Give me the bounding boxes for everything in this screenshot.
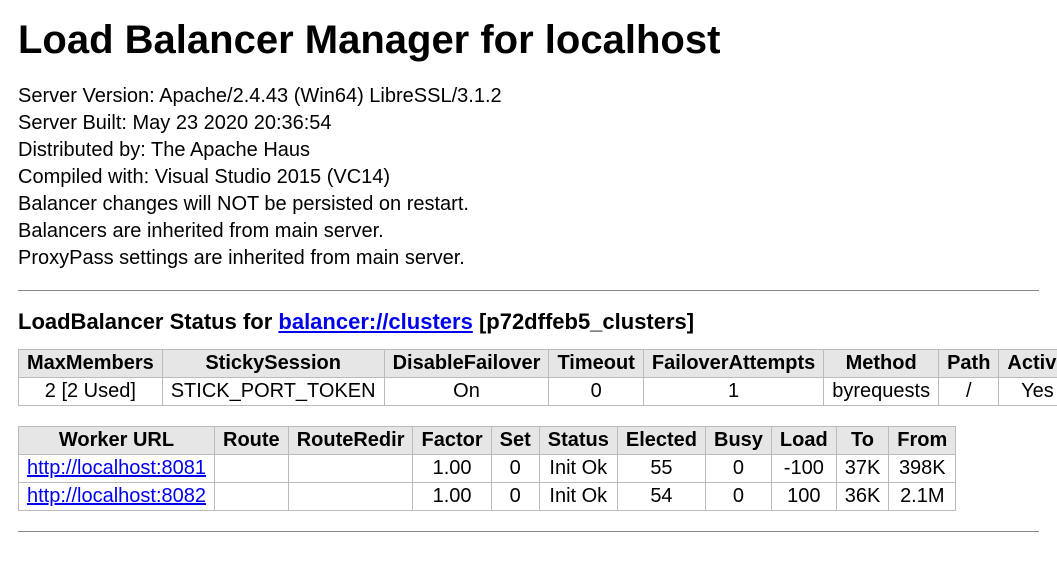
cell-timeout: 0	[549, 378, 643, 406]
compiled-with-row: Compiled with: Visual Studio 2015 (VC14)	[18, 164, 1039, 191]
inherit-note: Balancers are inherited from main server…	[18, 218, 1039, 245]
col-failover-attempts: FailoverAttempts	[643, 350, 823, 378]
distributed-by-value: The Apache Haus	[151, 139, 310, 161]
table-header-row: MaxMembers StickySession DisableFailover…	[19, 350, 1057, 378]
divider	[18, 531, 1039, 532]
balancer-status-heading: LoadBalancer Status for balancer://clust…	[18, 309, 1039, 335]
cell-route-redir	[288, 483, 413, 511]
balancer-status-prefix: LoadBalancer Status for	[18, 309, 278, 334]
cell-sticky-session: STICK_PORT_TOKEN	[162, 378, 384, 406]
cell-route	[215, 455, 289, 483]
persist-note: Balancer changes will NOT be persisted o…	[18, 191, 1039, 218]
server-built-label: Server Built:	[18, 112, 127, 134]
table-row: 2 [2 Used] STICK_PORT_TOKEN On 0 1 byreq…	[19, 378, 1057, 406]
cell-factor: 1.00	[413, 483, 491, 511]
col-load: Load	[771, 427, 836, 455]
col-to: To	[836, 427, 889, 455]
server-version-value: Apache/2.4.43 (Win64) LibreSSL/3.1.2	[159, 85, 501, 107]
distributed-by-label: Distributed by:	[18, 139, 146, 161]
cell-factor: 1.00	[413, 455, 491, 483]
compiled-with-label: Compiled with:	[18, 166, 149, 188]
cell-busy: 0	[706, 455, 772, 483]
balancer-link[interactable]: balancer://clusters	[278, 309, 472, 334]
cell-status: Init Ok	[539, 455, 617, 483]
col-elected: Elected	[617, 427, 705, 455]
cell-from: 2.1M	[889, 483, 956, 511]
cell-disable-failover: On	[384, 378, 549, 406]
proxypass-note: ProxyPass settings are inherited from ma…	[18, 245, 1039, 272]
col-path: Path	[939, 350, 999, 378]
col-factor: Factor	[413, 427, 491, 455]
cell-failover-attempts: 1	[643, 378, 823, 406]
cell-active: Yes	[999, 378, 1057, 406]
cell-worker-url: http://localhost:8081	[19, 455, 215, 483]
col-set: Set	[491, 427, 539, 455]
col-busy: Busy	[706, 427, 772, 455]
table-row: http://localhost:80811.000Init Ok550-100…	[19, 455, 956, 483]
cell-set: 0	[491, 455, 539, 483]
col-sticky-session: StickySession	[162, 350, 384, 378]
col-max-members: MaxMembers	[19, 350, 163, 378]
distributed-by-row: Distributed by: The Apache Haus	[18, 137, 1039, 164]
server-version-label: Server Version:	[18, 85, 155, 107]
cell-worker-url: http://localhost:8082	[19, 483, 215, 511]
worker-table: Worker URL Route RouteRedir Factor Set S…	[18, 426, 956, 511]
cell-load: 100	[771, 483, 836, 511]
table-header-row: Worker URL Route RouteRedir Factor Set S…	[19, 427, 956, 455]
table-row: http://localhost:80821.000Init Ok5401003…	[19, 483, 956, 511]
server-info-block: Server Version: Apache/2.4.43 (Win64) Li…	[18, 83, 1039, 272]
cell-route-redir	[288, 455, 413, 483]
cell-route	[215, 483, 289, 511]
col-status: Status	[539, 427, 617, 455]
col-route-redir: RouteRedir	[288, 427, 413, 455]
col-timeout: Timeout	[549, 350, 643, 378]
worker-url-link[interactable]: http://localhost:8082	[27, 485, 206, 507]
col-method: Method	[824, 350, 939, 378]
cell-set: 0	[491, 483, 539, 511]
server-built-value: May 23 2020 20:36:54	[133, 112, 332, 134]
compiled-with-value: Visual Studio 2015 (VC14)	[155, 166, 390, 188]
col-route: Route	[215, 427, 289, 455]
col-active: Active	[999, 350, 1057, 378]
cell-path: /	[939, 378, 999, 406]
server-version-row: Server Version: Apache/2.4.43 (Win64) Li…	[18, 83, 1039, 110]
cell-elected: 54	[617, 483, 705, 511]
cell-from: 398K	[889, 455, 956, 483]
balancer-status-suffix: [p72dffeb5_clusters]	[473, 309, 694, 334]
page-title: Load Balancer Manager for localhost	[18, 18, 1039, 63]
worker-url-link[interactable]: http://localhost:8081	[27, 457, 206, 479]
cell-to: 37K	[836, 455, 889, 483]
cell-status: Init Ok	[539, 483, 617, 511]
server-built-row: Server Built: May 23 2020 20:36:54	[18, 110, 1039, 137]
cell-max-members: 2 [2 Used]	[19, 378, 163, 406]
cell-busy: 0	[706, 483, 772, 511]
col-worker-url: Worker URL	[19, 427, 215, 455]
cell-load: -100	[771, 455, 836, 483]
cell-method: byrequests	[824, 378, 939, 406]
balancer-summary-table: MaxMembers StickySession DisableFailover…	[18, 349, 1057, 406]
col-from: From	[889, 427, 956, 455]
col-disable-failover: DisableFailover	[384, 350, 549, 378]
divider	[18, 290, 1039, 291]
cell-to: 36K	[836, 483, 889, 511]
cell-elected: 55	[617, 455, 705, 483]
